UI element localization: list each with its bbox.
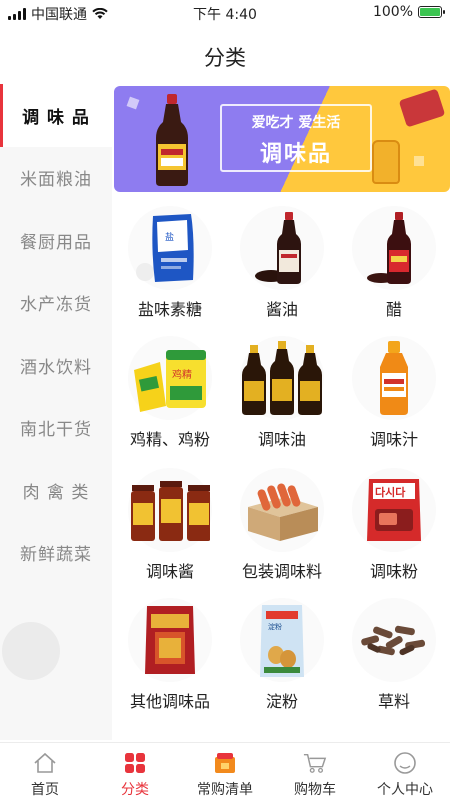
- grid-item-label: 淀粉: [265, 692, 298, 711]
- sidebar-item-meat-poultry[interactable]: 肉 禽 类: [0, 459, 112, 522]
- tab-label: 购物车: [294, 782, 336, 798]
- oil-bottle-icon: [372, 140, 400, 184]
- page-title: 分类: [204, 46, 246, 70]
- tab-label: 个人中心: [377, 782, 433, 798]
- packaged-seasoning-icon: [240, 468, 324, 552]
- grid-item-vinegar[interactable]: 醋: [338, 200, 450, 330]
- sidebar-item-rice-flour-oil[interactable]: 米面粮油: [0, 147, 112, 210]
- category-banner[interactable]: 爱吃才 爱生活 调味品: [114, 86, 450, 192]
- grid-item-label: 草料: [377, 692, 410, 711]
- grid-item-seasoning-juice[interactable]: 调味汁: [338, 330, 450, 460]
- tab-home[interactable]: 首页: [0, 743, 90, 800]
- banner-title: 调味品: [259, 142, 332, 167]
- sidebar-item-drinks[interactable]: 酒水饮料: [0, 334, 112, 397]
- tab-shopping-list[interactable]: 常购清单: [180, 743, 270, 800]
- sidebar-item-dry-goods[interactable]: 南北干货: [0, 397, 112, 460]
- grid-item-label: 盐味素糖: [137, 300, 202, 319]
- grid-item-chicken-essence[interactable]: 鸡精 鸡精、鸡粉: [114, 330, 226, 460]
- shopping-list-icon: [213, 751, 237, 775]
- sidebar-item-frozen-seafood[interactable]: 水产冻货: [0, 272, 112, 335]
- grid-item-seasoning-powder[interactable]: 다시다 调味粉: [338, 462, 450, 592]
- svg-text:鸡精: 鸡精: [172, 368, 192, 381]
- banner-text: 爱吃才 爱生活 调味品: [224, 112, 368, 168]
- grid-item-label: 调味酱: [145, 562, 194, 581]
- home-icon: [33, 751, 57, 775]
- tab-profile[interactable]: 个人中心: [360, 743, 450, 800]
- tab-cart[interactable]: 购物车: [270, 743, 360, 800]
- grid-item-starch[interactable]: 淀粉 淀粉: [226, 592, 338, 722]
- grid-item-packaged-seasoning[interactable]: 包装调味料: [226, 462, 338, 592]
- grid-item-label: 调味油: [257, 430, 306, 449]
- grid-item-herbs[interactable]: 草料: [338, 592, 450, 722]
- banner-slogan: 爱吃才 爱生活: [251, 115, 341, 131]
- starch-icon: 淀粉: [240, 598, 324, 682]
- grid-item-salt-sugar[interactable]: 盐 盐味素糖: [114, 200, 226, 330]
- status-right: 100%: [372, 4, 445, 20]
- grid-item-label: 调味汁: [369, 430, 418, 449]
- seasoning-powder-icon: 다시다: [352, 468, 436, 552]
- vinegar-icon: [352, 206, 436, 290]
- grid-item-seasoning-oil[interactable]: 调味油: [226, 330, 338, 460]
- status-bar: 中国联通 下午 4:40 100%: [0, 0, 450, 26]
- tab-category[interactable]: 分类: [90, 743, 180, 800]
- grid-item-label: 包装调味料: [241, 562, 322, 581]
- category-icon: [123, 751, 147, 775]
- sidebar-item-kitchenware[interactable]: 餐厨用品: [0, 209, 112, 272]
- soy-sauce-bottle-icon: [156, 94, 188, 186]
- grid-item-label: 其他调味品: [129, 692, 210, 711]
- svg-text:다시다: 다시다: [375, 485, 406, 499]
- battery-icon: [418, 6, 445, 18]
- grid-item-label: 调味粉: [369, 562, 418, 581]
- grid-item-other-seasoning[interactable]: 其他调味品: [114, 592, 226, 722]
- svg-text:淀粉: 淀粉: [268, 622, 282, 631]
- svg-text:盐: 盐: [165, 231, 174, 243]
- other-seasoning-icon: [128, 598, 212, 682]
- sidebar-item-seasoning[interactable]: 调 味 品: [0, 84, 112, 147]
- tab-label: 分类: [121, 782, 149, 798]
- floating-assistive-button[interactable]: [2, 622, 60, 680]
- cart-icon: [303, 751, 327, 775]
- battery-percent: 100%: [372, 4, 413, 20]
- grid-item-soy-sauce[interactable]: 酱油: [226, 200, 338, 330]
- seasoning-oil-icon: [240, 336, 324, 420]
- grid-item-seasoning-paste[interactable]: 调味酱: [114, 462, 226, 592]
- chicken-essence-icon: 鸡精: [128, 336, 212, 420]
- grid-item-label: 醋: [385, 300, 402, 319]
- tab-label: 首页: [31, 782, 59, 798]
- snack-bag-icon: [398, 88, 446, 128]
- grid-item-label: 鸡精、鸡粉: [129, 430, 210, 449]
- seasoning-paste-icon: [128, 468, 212, 552]
- tab-label: 常购清单: [197, 782, 253, 798]
- grid-item-label: 酱油: [265, 300, 298, 319]
- soy-sauce-icon: [240, 206, 324, 290]
- profile-icon: [393, 751, 417, 775]
- salt-bag-icon: 盐: [128, 206, 212, 290]
- herbs-icon: [352, 598, 436, 682]
- sidebar-item-vegetables[interactable]: 新鲜蔬菜: [0, 522, 112, 585]
- bottom-tab-bar: 首页 分类 常购清单 购物车 个人中心: [0, 742, 450, 800]
- seasoning-juice-icon: [352, 336, 436, 420]
